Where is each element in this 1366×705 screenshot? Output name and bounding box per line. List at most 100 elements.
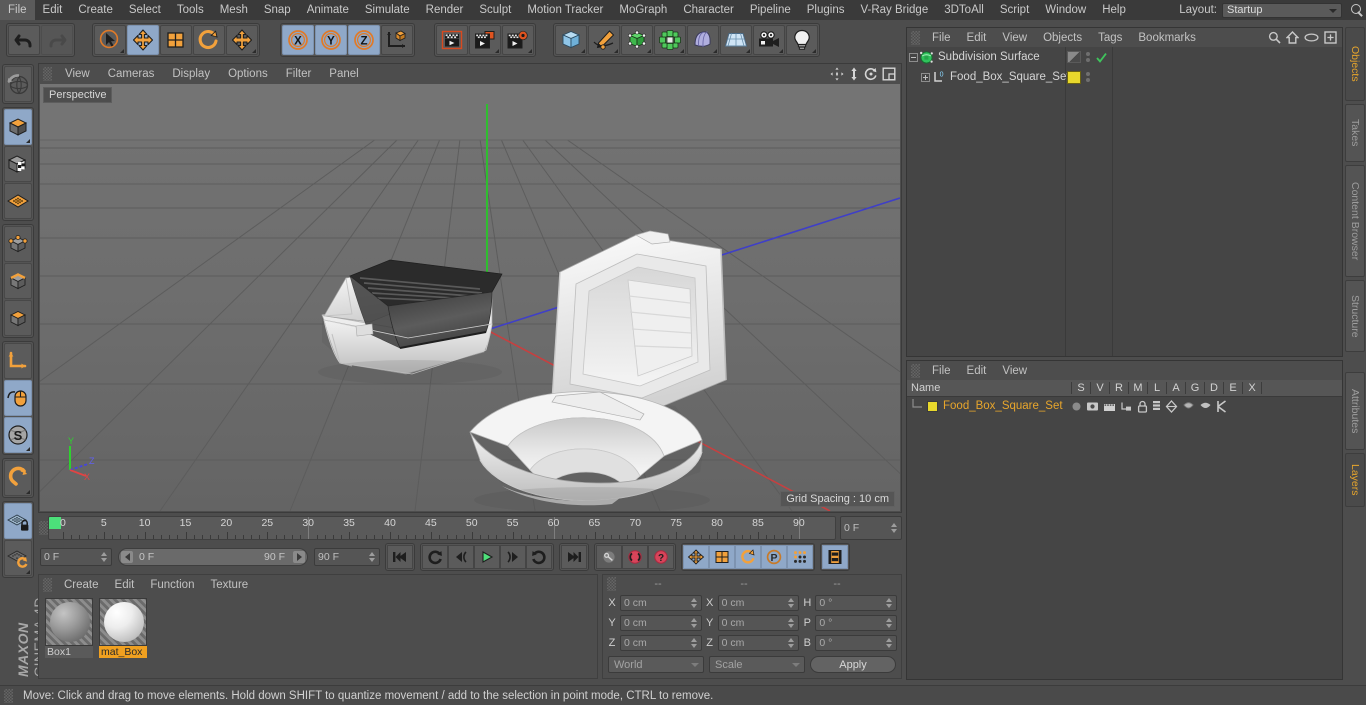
- rotation-h-input[interactable]: 0 °: [815, 595, 898, 611]
- viewport-solo-mouse-icon[interactable]: [4, 380, 32, 416]
- menu-mograph[interactable]: MoGraph: [611, 0, 675, 20]
- menu-3dtoall[interactable]: 3DToAll: [936, 0, 992, 20]
- enable-axis-icon[interactable]: [4, 343, 32, 379]
- panel-gripper-icon[interactable]: [911, 363, 920, 378]
- material-name[interactable]: mat_Box: [99, 646, 147, 658]
- view-icon[interactable]: [1086, 401, 1099, 412]
- render-settings-button[interactable]: [502, 25, 534, 55]
- undo-view-globe-icon[interactable]: [4, 66, 32, 102]
- render-region-button[interactable]: [469, 25, 501, 55]
- keyframe-selection-button[interactable]: ?: [648, 545, 674, 569]
- play-forwards-button[interactable]: [526, 545, 552, 569]
- panel-gripper-icon[interactable]: [607, 577, 616, 591]
- panel-gripper-icon[interactable]: [911, 30, 920, 45]
- panel-gripper-icon[interactable]: [4, 688, 13, 703]
- model-mode-cube-icon[interactable]: [4, 109, 32, 145]
- object-menu-file[interactable]: File: [924, 32, 959, 44]
- position-key-button[interactable]: [683, 545, 709, 569]
- material-item[interactable]: mat_Box: [99, 598, 147, 658]
- spline-pen-button[interactable]: [588, 25, 620, 55]
- environment-button[interactable]: [720, 25, 752, 55]
- edges-mode-icon[interactable]: [4, 263, 32, 299]
- viewport-3d[interactable]: Perspective Grid Spacing : 10 cm Y Z X: [40, 84, 900, 511]
- move-tool-button[interactable]: [127, 25, 159, 55]
- expand-expander-icon[interactable]: [920, 72, 930, 82]
- stepper-icon[interactable]: [690, 597, 698, 609]
- deformer-button[interactable]: [687, 25, 719, 55]
- lock-icon[interactable]: [1137, 400, 1148, 413]
- menu-sculpt[interactable]: Sculpt: [471, 0, 519, 20]
- tab-attributes[interactable]: Attributes: [1345, 372, 1365, 450]
- preview-range-bar[interactable]: 0 F 90 F: [118, 548, 308, 566]
- axis-z-button[interactable]: Z: [348, 25, 380, 55]
- menu-file[interactable]: File: [0, 0, 35, 20]
- object-menu-view[interactable]: View: [994, 32, 1035, 44]
- material-menu-texture[interactable]: Texture: [202, 579, 256, 591]
- live-selection-button[interactable]: [94, 25, 126, 55]
- dolly-viewport-icon[interactable]: [848, 67, 860, 81]
- menu-mesh[interactable]: Mesh: [212, 0, 256, 20]
- position-z-input[interactable]: 0 cm: [620, 635, 702, 651]
- tab-structure[interactable]: Structure: [1345, 280, 1365, 352]
- rotation-b-input[interactable]: 0 °: [815, 635, 898, 651]
- panel-gripper-icon[interactable]: [43, 66, 52, 81]
- menu-tools[interactable]: Tools: [169, 0, 212, 20]
- coordinate-mode-select[interactable]: Scale: [709, 656, 805, 673]
- axis-x-button[interactable]: X: [282, 25, 314, 55]
- layout-select[interactable]: Startup: [1222, 2, 1342, 18]
- goto-end-button[interactable]: [561, 545, 587, 569]
- menu-render[interactable]: Render: [418, 0, 472, 20]
- stepper-icon[interactable]: [886, 597, 893, 609]
- generator-icon[interactable]: [1165, 399, 1178, 413]
- viewport-menu-options[interactable]: Options: [219, 68, 277, 80]
- layer-color-tag-icon[interactable]: [1067, 70, 1081, 84]
- menu-help[interactable]: Help: [1094, 0, 1134, 20]
- menu-create[interactable]: Create: [70, 0, 121, 20]
- object-name[interactable]: Subdivision Surface: [934, 51, 1040, 63]
- workplane-lock-icon[interactable]: [4, 503, 32, 539]
- stepper-icon[interactable]: [101, 551, 108, 563]
- stepper-icon[interactable]: [788, 617, 795, 629]
- points-mode-icon[interactable]: [4, 226, 32, 262]
- apply-button[interactable]: Apply: [810, 656, 896, 673]
- rotation-p-input[interactable]: 0 °: [815, 615, 898, 631]
- render-view-button[interactable]: [436, 25, 468, 55]
- object-tree[interactable]: Subdivision Surface 0 Food_Box_Square_Se…: [907, 47, 1342, 356]
- menu-motion-tracker[interactable]: Motion Tracker: [519, 0, 611, 20]
- material-preview[interactable]: [45, 598, 93, 646]
- material-preview[interactable]: [99, 598, 147, 646]
- menu-vray-bridge[interactable]: V-Ray Bridge: [852, 0, 936, 20]
- autokeying-button[interactable]: [622, 545, 648, 569]
- tab-layers[interactable]: Layers: [1345, 453, 1365, 507]
- stepper-icon[interactable]: [886, 617, 893, 629]
- search-icon[interactable]: [1268, 31, 1281, 44]
- menu-snap[interactable]: Snap: [256, 0, 299, 20]
- stepper-icon[interactable]: [886, 637, 893, 649]
- layer-menu-view[interactable]: View: [994, 365, 1035, 377]
- snap-enable-s-icon[interactable]: S: [4, 417, 32, 453]
- scale-key-button[interactable]: [709, 545, 735, 569]
- layer-menu-edit[interactable]: Edit: [959, 365, 995, 377]
- max-frame-field[interactable]: 90 F: [314, 548, 380, 566]
- visibility-dots[interactable]: [1086, 52, 1090, 62]
- previous-frame-button[interactable]: [448, 545, 474, 569]
- layer-color-swatch[interactable]: [927, 400, 938, 412]
- mograph-button[interactable]: [654, 25, 686, 55]
- range-end-handle[interactable]: [293, 551, 305, 563]
- goto-start-button[interactable]: [387, 545, 413, 569]
- viewport-menu-filter[interactable]: Filter: [277, 68, 321, 80]
- object-menu-objects[interactable]: Objects: [1035, 32, 1090, 44]
- menu-edit[interactable]: Edit: [35, 0, 71, 20]
- object-row-food-box-square-set[interactable]: 0 Food_Box_Square_Set: [907, 67, 1342, 87]
- object-menu-bookmarks[interactable]: Bookmarks: [1130, 32, 1204, 44]
- material-name[interactable]: Box1: [45, 646, 93, 658]
- menu-select[interactable]: Select: [121, 0, 169, 20]
- object-row-subdivision-surface[interactable]: Subdivision Surface: [907, 47, 1342, 67]
- expression-icon[interactable]: [1199, 401, 1212, 412]
- manager-icon[interactable]: [1120, 401, 1133, 412]
- object-name[interactable]: Food_Box_Square_Set: [946, 71, 1070, 83]
- move-tool-secondary-button[interactable]: [226, 25, 258, 55]
- menu-pipeline[interactable]: Pipeline: [742, 0, 799, 20]
- light-button[interactable]: [786, 25, 818, 55]
- magnet-tool-icon[interactable]: [4, 460, 32, 496]
